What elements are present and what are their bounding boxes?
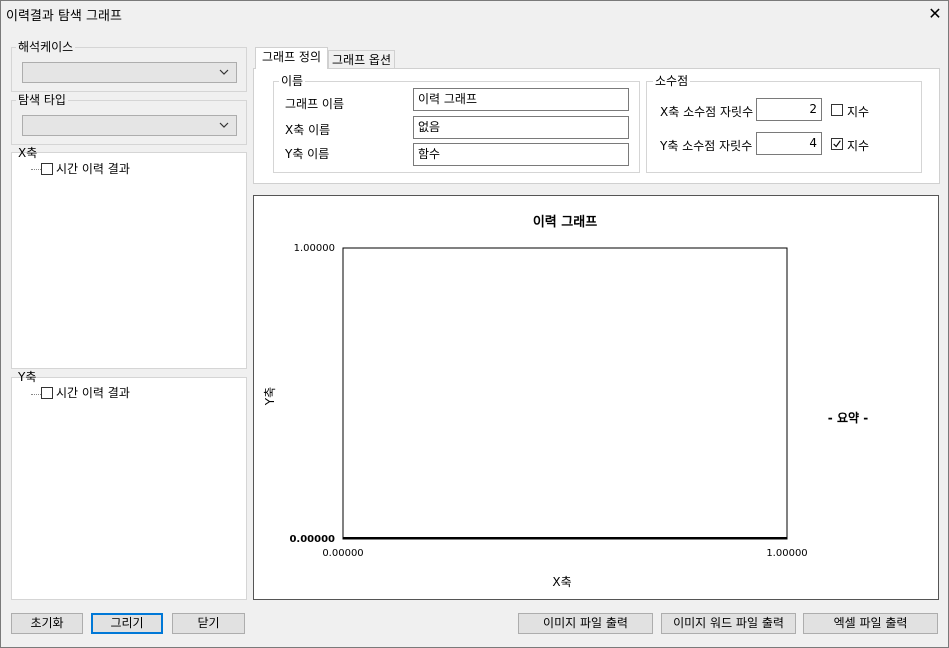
plot-area (342, 247, 788, 540)
draw-button[interactable]: 그리기 (91, 613, 163, 634)
tree-connector (31, 169, 41, 171)
x-axis-tree-item[interactable]: 시간 이력 결과 (56, 162, 130, 176)
y-axis-tree-item[interactable]: 시간 이력 결과 (56, 386, 130, 400)
x-exponent-label: 지수 (847, 105, 870, 119)
check-icon (833, 140, 841, 148)
decimals-group (646, 81, 922, 173)
chart-title: 이력 그래프 (533, 214, 597, 230)
x-tick-label-min: 0.00000 (322, 548, 363, 559)
x-axis-title: X축 (552, 575, 571, 589)
y-tick-label-min: 0.00000 (289, 534, 335, 545)
close-button[interactable]: 닫기 (172, 613, 245, 634)
chart-area: 이력 그래프 1.00000 0.00000 0.00000 1.00000 X… (253, 195, 939, 600)
x-name-label: X축 이름 (285, 123, 331, 137)
names-group-label: 이름 (279, 74, 306, 88)
y-axis-title: Y축 (263, 387, 277, 406)
chevron-down-icon (219, 69, 229, 75)
export-image-button[interactable]: 이미지 파일 출력 (518, 613, 653, 634)
analysis-case-select[interactable] (22, 62, 237, 83)
search-type-label: 탐색 타입 (16, 93, 68, 107)
tab-graph-options[interactable]: 그래프 옵션 (328, 50, 395, 70)
chart-svg: 이력 그래프 1.00000 0.00000 0.00000 1.00000 X… (263, 214, 868, 589)
chevron-down-icon (219, 122, 229, 128)
graph-name-input[interactable]: 이력 그래프 (413, 88, 629, 111)
x-decimals-input[interactable]: 2 (756, 98, 822, 121)
y-decimals-input[interactable]: 4 (756, 132, 822, 155)
summary-label: - 요약 - (828, 410, 868, 425)
window-title: 이력결과 탐색 그래프 (6, 9, 122, 24)
y-exponent-label: 지수 (847, 139, 870, 153)
x-name-input[interactable]: 없음 (413, 116, 629, 139)
y-axis-tree (11, 377, 247, 600)
export-image-word-button[interactable]: 이미지 워드 파일 출력 (661, 613, 796, 634)
y-exponent-checkbox[interactable] (831, 138, 843, 150)
y-axis-label: Y축 (18, 370, 37, 384)
x-decimals-label: X축 소수점 자릿수 (660, 105, 754, 119)
graph-name-label: 그래프 이름 (285, 97, 345, 111)
analysis-case-label: 해석케이스 (16, 40, 76, 54)
reset-button[interactable]: 초기화 (11, 613, 83, 634)
decimals-group-label: 소수점 (653, 74, 691, 88)
y-name-input[interactable]: 함수 (413, 143, 629, 166)
export-excel-button[interactable]: 엑셀 파일 출력 (803, 613, 938, 634)
y-decimals-label: Y축 소수점 자릿수 (660, 139, 753, 153)
x-exponent-checkbox[interactable] (831, 104, 843, 116)
tab-graph-definition[interactable]: 그래프 정의 (255, 47, 328, 69)
y-axis-item-checkbox[interactable] (41, 387, 53, 399)
y-name-label: Y축 이름 (285, 147, 330, 161)
close-icon[interactable]: ✕ (924, 4, 946, 24)
y-tick-label-max: 1.00000 (294, 243, 335, 254)
tree-connector (31, 394, 41, 396)
x-axis-item-checkbox[interactable] (41, 163, 53, 175)
x-axis-label: X축 (18, 146, 38, 160)
search-type-select[interactable] (22, 115, 237, 136)
x-tick-label-max: 1.00000 (766, 548, 807, 559)
x-axis-tree (11, 152, 247, 369)
